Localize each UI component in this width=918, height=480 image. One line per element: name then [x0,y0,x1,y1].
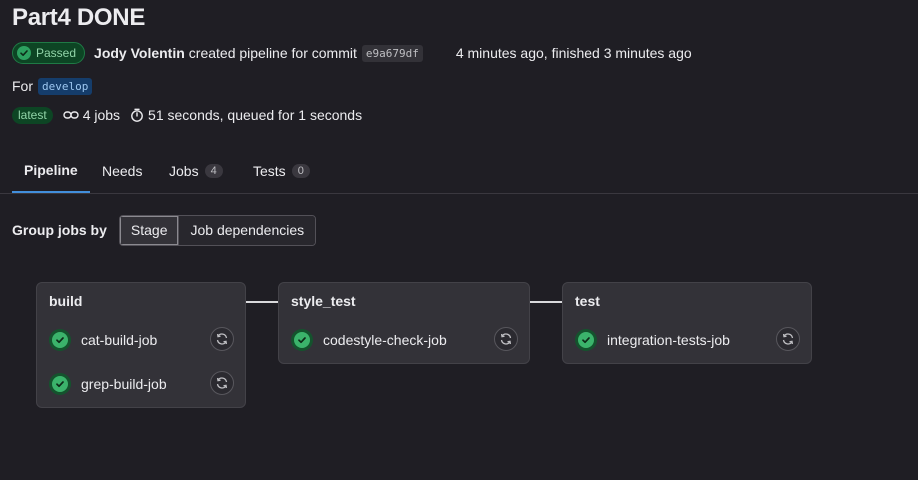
status-label: Passed [36,46,77,60]
tab-label: Needs [102,162,143,179]
jobs-count-text: 4 jobs [82,107,121,123]
status-badge[interactable]: Passed [12,42,86,64]
stage-name: style_test [291,293,356,309]
tab-tests[interactable]: Tests 0 [253,149,310,192]
commit-sha-link[interactable]: e9a679df [361,44,423,62]
author-link[interactable]: Jody Volentin [94,45,185,61]
tab-needs[interactable]: Needs [102,149,142,192]
action-text: created pipeline for commit [188,45,357,61]
latest-badge: latest [12,106,53,124]
stage-connector [245,301,278,303]
time-text: 4 minutes ago, finished 3 minutes ago [455,45,692,61]
ref-link[interactable]: develop [38,77,93,95]
tab-label: Jobs [169,162,199,179]
pipeline-page: Part4 DONE Passed Jody Volentin created … [0,0,918,480]
tab-pipeline[interactable]: Pipeline [12,149,90,193]
check-circle-icon [49,373,71,395]
group-by-label: Group jobs by [12,222,107,238]
check-circle-icon [17,46,31,60]
retry-icon[interactable] [494,327,518,351]
group-by-toggle: Stage Job dependencies [118,214,317,246]
job-name: grep-build-job [81,376,167,392]
retry-icon[interactable] [210,371,234,395]
stage-name: test [575,293,600,309]
tab-count: 0 [291,163,310,178]
tab-count: 4 [204,163,223,178]
pipeline-tabs: Pipeline Needs Jobs 4 Tests 0 [0,149,918,194]
tab-label: Pipeline [24,162,78,178]
duration-text: 51 seconds, queued for 1 seconds [148,107,363,123]
group-by-dependencies-button[interactable]: Job dependencies [178,215,316,245]
link-icon [62,109,79,121]
job-cat-build-job[interactable]: cat-build-job [49,326,157,354]
stage-name: build [49,293,83,309]
page-title: Part4 DONE [12,4,146,31]
pipeline-meta: Passed Jody Volentin created pipeline fo… [12,41,692,65]
check-circle-icon [575,329,597,351]
for-label: For [12,78,33,94]
stage-style-test: style_test codestyle-check-job [278,282,530,364]
tab-label: Tests [253,162,286,179]
job-name: cat-build-job [81,332,158,348]
pipeline-info: latest 4 jobs 51 seconds, queued for 1 s… [12,105,362,125]
group-by-stage-button[interactable]: Stage [119,215,179,245]
stage-connector [529,301,562,303]
stage-test: test integration-tests-job [562,282,812,364]
job-name: integration-tests-job [607,332,730,348]
job-integration-tests-job[interactable]: integration-tests-job [575,326,730,354]
retry-icon[interactable] [776,327,800,351]
ref-row: For develop [12,76,93,96]
timer-icon [130,108,144,122]
stage-build: build cat-build-job grep-build-job [36,282,246,408]
check-circle-icon [291,329,313,351]
retry-icon[interactable] [210,327,234,351]
group-by-control: Group jobs by Stage Job dependencies [12,214,317,246]
check-circle-icon [49,329,71,351]
job-name: codestyle-check-job [323,332,447,348]
job-grep-build-job[interactable]: grep-build-job [49,370,167,398]
job-codestyle-check-job[interactable]: codestyle-check-job [291,326,447,354]
tab-jobs[interactable]: Jobs 4 [169,149,223,192]
